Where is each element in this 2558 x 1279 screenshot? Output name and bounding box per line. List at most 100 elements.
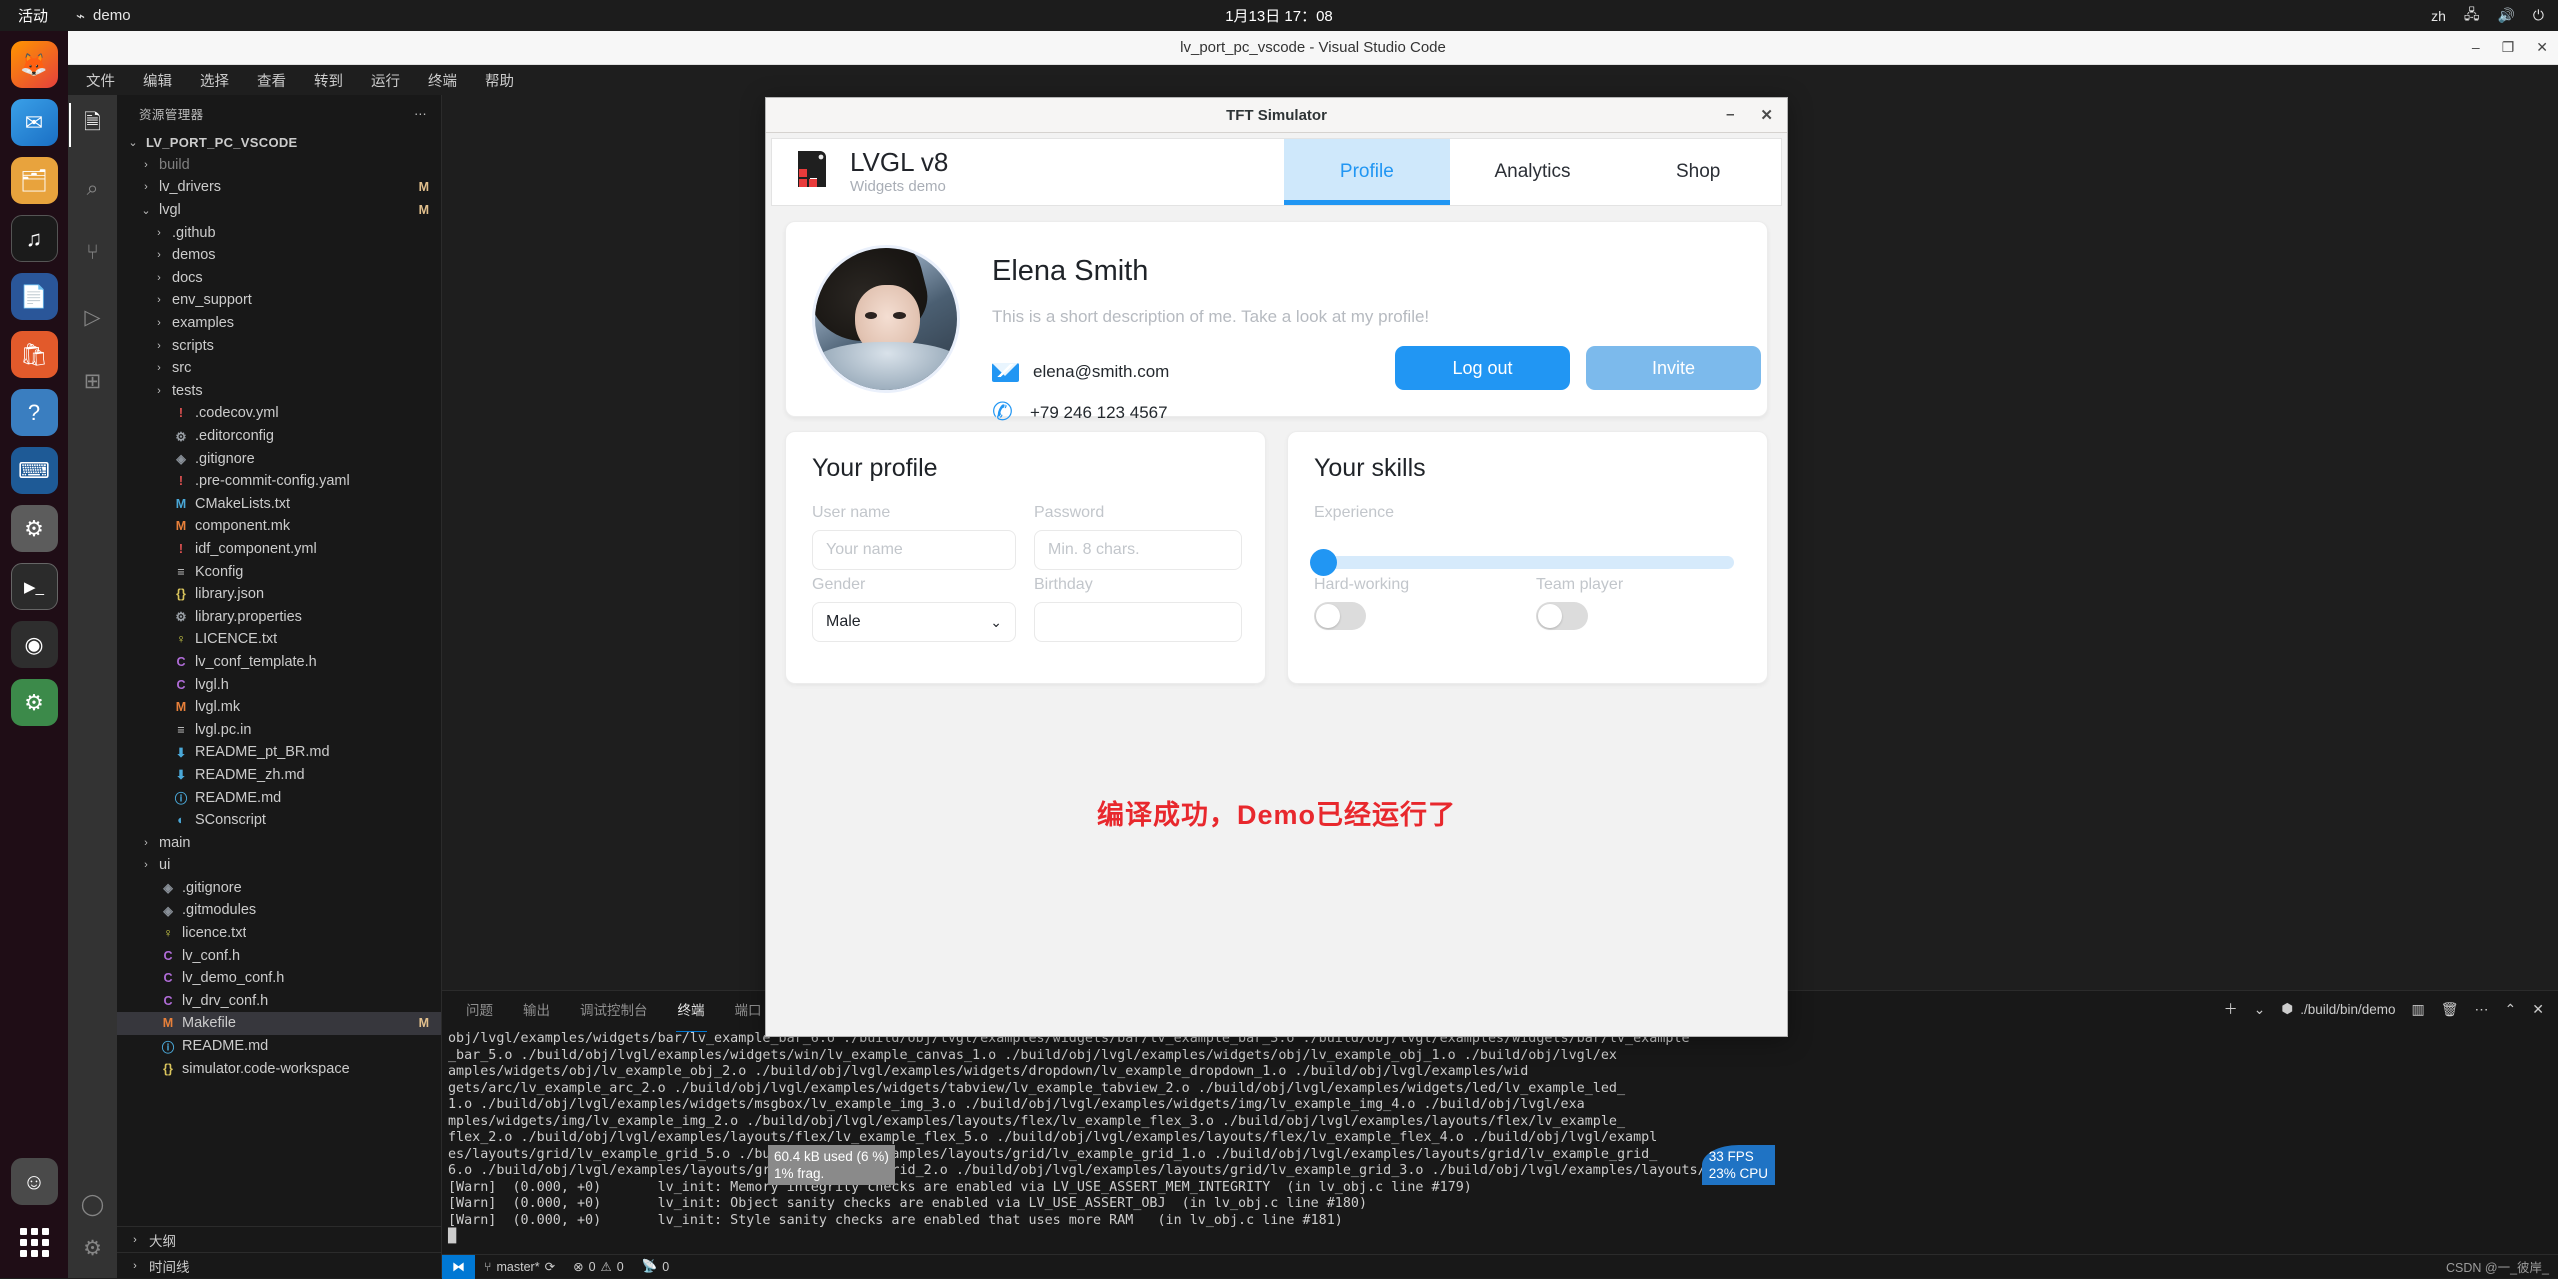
- terminal-selector[interactable]: ⬢ ./build/bin/demo: [2281, 1001, 2395, 1017]
- extensions-icon[interactable]: ⊞: [69, 359, 117, 403]
- dock-item-firefox[interactable]: 🦊: [10, 41, 58, 88]
- menu-item-4[interactable]: 转到: [310, 68, 347, 93]
- tree-item[interactable]: › env_support: [117, 289, 441, 312]
- menu-item-7[interactable]: 帮助: [481, 68, 518, 93]
- chevron-right-icon[interactable]: ›: [138, 159, 154, 171]
- chevron-right-icon[interactable]: ›: [138, 859, 154, 871]
- manage-settings-icon[interactable]: ⚙: [69, 1226, 117, 1270]
- password-input[interactable]: Min. 8 chars.: [1034, 530, 1242, 570]
- tree-item[interactable]: ♀ licence.txt: [117, 922, 441, 945]
- experience-slider[interactable]: [1314, 556, 1734, 569]
- tree-item[interactable]: ♀ LICENCE.txt: [117, 628, 441, 651]
- tree-item[interactable]: Clv_conf.h: [117, 944, 441, 967]
- tree-item[interactable]: ⚙ library.properties: [117, 605, 441, 628]
- tree-item[interactable]: ! .pre-commit-config.yaml: [117, 470, 441, 493]
- tree-item[interactable]: › docs: [117, 267, 441, 290]
- file-tree[interactable]: ⌄ LV_PORT_PC_VSCODE › build › lv_drivers M ⌄ lvg…: [117, 131, 441, 1226]
- volume-icon[interactable]: 🔊: [2497, 7, 2514, 24]
- tree-item[interactable]: Clvgl.h: [117, 673, 441, 696]
- dock-item-terminal[interactable]: ▶_: [10, 563, 58, 610]
- minimize-button[interactable]: –: [2472, 39, 2480, 56]
- tree-item[interactable]: ⓘ README.md: [117, 786, 441, 809]
- close-panel-icon[interactable]: ✕: [2532, 1001, 2544, 1018]
- dock-item-vscode[interactable]: ⌨: [10, 447, 58, 494]
- tree-root[interactable]: ⌄ LV_PORT_PC_VSCODE: [117, 131, 441, 154]
- chevron-down-icon[interactable]: ⌄: [2254, 1001, 2266, 1018]
- dock-item-disc[interactable]: ◉: [10, 621, 58, 668]
- teamplayer-toggle[interactable]: [1536, 602, 1588, 630]
- chevron-right-icon[interactable]: ›: [138, 837, 154, 849]
- dock-item-user-account[interactable]: ☺: [10, 1158, 58, 1205]
- tree-item[interactable]: ◈ .gitignore: [117, 877, 441, 900]
- source-control-branch[interactable]: ⑂ master* ⟳: [475, 1259, 564, 1275]
- tree-item[interactable]: ≡ Kconfig: [117, 560, 441, 583]
- sync-icon[interactable]: ⟳: [545, 1259, 555, 1274]
- tab-analytics[interactable]: Analytics: [1450, 139, 1616, 205]
- tree-item[interactable]: ⬇ README_pt_BR.md: [117, 741, 441, 764]
- tree-item[interactable]: ⚙ .editorconfig: [117, 425, 441, 448]
- chevron-right-icon[interactable]: ›: [151, 340, 167, 352]
- menu-item-3[interactable]: 查看: [253, 68, 290, 93]
- sidebar-more-icon[interactable]: ⋯: [414, 106, 427, 121]
- network-icon[interactable]: 🖧: [2464, 4, 2480, 28]
- chevron-right-icon[interactable]: ›: [151, 249, 167, 261]
- menu-item-0[interactable]: 文件: [82, 68, 119, 93]
- tree-item[interactable]: {} simulator.code-workspace: [117, 1057, 441, 1080]
- problems-status[interactable]: ⊗ 0 ⚠ 0: [564, 1259, 633, 1275]
- maximize-panel-icon[interactable]: ⌃: [2505, 1001, 2517, 1018]
- chevron-right-icon[interactable]: ›: [151, 294, 167, 306]
- tab-profile[interactable]: Profile: [1284, 139, 1450, 205]
- chevron-right-icon[interactable]: ›: [151, 227, 167, 239]
- chevron-right-icon[interactable]: ›: [138, 181, 154, 193]
- panel-tab-inactive[interactable]: 端口: [733, 991, 764, 1027]
- hardworking-toggle[interactable]: [1314, 602, 1366, 630]
- system-tray[interactable]: zh 🖧 🔊 ⏻: [2431, 4, 2544, 28]
- experience-slider-knob[interactable]: [1310, 549, 1337, 576]
- maximize-button[interactable]: ❐: [2502, 39, 2515, 56]
- tree-item[interactable]: › scripts: [117, 334, 441, 357]
- terminal-output[interactable]: obj/lvgl/examples/widgets/bar/lv_example…: [442, 1027, 2558, 1254]
- tree-item[interactable]: › tests: [117, 380, 441, 403]
- dock-item-files[interactable]: 🗂: [10, 157, 58, 204]
- chevron-down-icon[interactable]: ⌄: [125, 136, 141, 149]
- tab-shop[interactable]: Shop: [1615, 139, 1781, 205]
- tree-item[interactable]: ◈ .gitmodules: [117, 899, 441, 922]
- new-terminal-icon[interactable]: ＋: [2224, 999, 2238, 1019]
- panel-tab-inactive[interactable]: 输出: [521, 991, 552, 1027]
- tree-item[interactable]: M Makefile M: [117, 1012, 441, 1035]
- input-method-indicator[interactable]: zh: [2431, 8, 2446, 24]
- chevron-right-icon[interactable]: ›: [151, 272, 167, 284]
- menu-item-5[interactable]: 运行: [367, 68, 404, 93]
- panel-tab-active[interactable]: 终端: [675, 991, 707, 1032]
- split-terminal-icon[interactable]: ▥: [2412, 1001, 2425, 1018]
- tree-item[interactable]: Clv_demo_conf.h: [117, 967, 441, 990]
- accounts-icon[interactable]: ◯: [69, 1182, 117, 1226]
- menu-item-2[interactable]: 选择: [196, 68, 233, 93]
- tree-item[interactable]: › ui: [117, 854, 441, 877]
- active-app-indicator[interactable]: ⌁ demo: [62, 7, 131, 25]
- tree-item[interactable]: ⓘ README.md: [117, 1035, 441, 1058]
- chevron-right-icon[interactable]: ›: [151, 385, 167, 397]
- tree-item[interactable]: ◐ SConscript: [117, 809, 441, 832]
- tree-item[interactable]: ◈ .gitignore: [117, 447, 441, 470]
- panel-tab-inactive[interactable]: 问题: [464, 991, 495, 1027]
- run-debug-icon[interactable]: ▷: [69, 295, 117, 339]
- tree-item[interactable]: › .github: [117, 221, 441, 244]
- dock-item-tweaks[interactable]: ⚙: [10, 679, 58, 726]
- dock-item-ubuntu-software[interactable]: 🛍: [10, 331, 58, 378]
- explorer-icon[interactable]: 🗎: [68, 103, 117, 147]
- chevron-right-icon[interactable]: ›: [151, 362, 167, 374]
- ports-status[interactable]: 📡 0: [633, 1259, 679, 1274]
- username-input[interactable]: Your name: [812, 530, 1016, 570]
- tree-item[interactable]: Clv_drv_conf.h: [117, 990, 441, 1013]
- dock-item-rhythmbox[interactable]: ♫: [10, 215, 58, 262]
- simulator-minimize-button[interactable]: –: [1726, 106, 1734, 124]
- clock[interactable]: 1月13日 17：08: [1225, 5, 1333, 26]
- remote-window-icon[interactable]: ⧓: [442, 1254, 475, 1279]
- tree-item[interactable]: › build: [117, 154, 441, 177]
- tree-item[interactable]: Mcomponent.mk: [117, 515, 441, 538]
- birthday-input[interactable]: [1034, 602, 1242, 642]
- tree-item[interactable]: ⌄ lvgl M: [117, 199, 441, 222]
- sidebar-section[interactable]: › 时间线: [117, 1252, 441, 1278]
- menu-item-6[interactable]: 终端: [424, 68, 461, 93]
